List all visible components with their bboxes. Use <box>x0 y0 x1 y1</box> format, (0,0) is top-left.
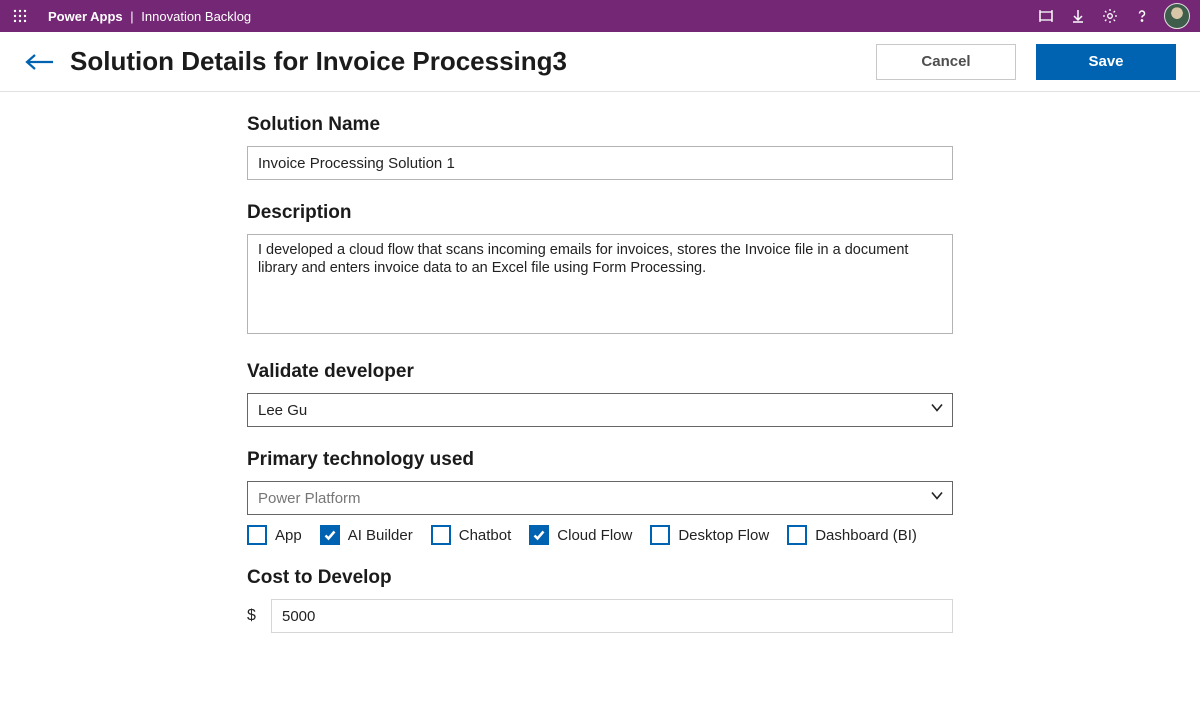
app-title: Power Apps | Innovation Backlog <box>48 9 251 24</box>
fit-icon[interactable] <box>1030 0 1062 32</box>
input-solution-name[interactable] <box>247 146 953 180</box>
select-primary-tech[interactable] <box>247 481 953 515</box>
label-primary-tech: Primary technology used <box>247 449 953 471</box>
input-cost[interactable] <box>271 599 953 633</box>
checkbox-ai-builder-label: AI Builder <box>348 527 413 544</box>
checkbox-chatbot[interactable]: Chatbot <box>431 525 512 545</box>
checkbox-cloud-flow-label: Cloud Flow <box>557 527 632 544</box>
checkbox-dashboard-bi-label: Dashboard (BI) <box>815 527 917 544</box>
app-title-separator: | <box>130 9 133 24</box>
checkbox-ai-builder[interactable]: AI Builder <box>320 525 413 545</box>
checkbox-app[interactable]: App <box>247 525 302 545</box>
field-cost: Cost to Develop $ <box>247 567 953 633</box>
back-arrow-icon[interactable] <box>18 40 62 84</box>
label-cost: Cost to Develop <box>247 567 953 589</box>
user-avatar[interactable] <box>1164 3 1190 29</box>
field-primary-tech: Primary technology used App AI Builder <box>247 449 953 545</box>
settings-icon[interactable] <box>1094 0 1126 32</box>
page-title: Solution Details for Invoice Processing3 <box>70 46 567 77</box>
field-validate-developer: Validate developer <box>247 361 953 427</box>
checkbox-app-label: App <box>275 527 302 544</box>
label-description: Description <box>247 202 953 224</box>
checkbox-cloud-flow[interactable]: Cloud Flow <box>529 525 632 545</box>
checkbox-desktop-flow[interactable]: Desktop Flow <box>650 525 769 545</box>
select-validate-developer[interactable] <box>247 393 953 427</box>
checkbox-desktop-flow-label: Desktop Flow <box>678 527 769 544</box>
save-button[interactable]: Save <box>1036 44 1176 80</box>
app-subtitle: Innovation Backlog <box>141 9 251 24</box>
field-description: Description <box>247 202 953 339</box>
label-validate-developer: Validate developer <box>247 361 953 383</box>
app-name: Power Apps <box>48 9 123 24</box>
app-launcher-icon[interactable] <box>10 6 30 26</box>
input-description[interactable] <box>247 234 953 334</box>
field-solution-name: Solution Name <box>247 114 953 180</box>
cancel-button[interactable]: Cancel <box>876 44 1016 80</box>
page-header: Solution Details for Invoice Processing3… <box>0 32 1200 92</box>
help-icon[interactable] <box>1126 0 1158 32</box>
tech-checkbox-row: App AI Builder Chatbot Cloud Flow Deskto… <box>247 525 953 545</box>
checkbox-dashboard-bi[interactable]: Dashboard (BI) <box>787 525 917 545</box>
form-area: Solution Name Description Validate devel… <box>0 92 1200 655</box>
download-icon[interactable] <box>1062 0 1094 32</box>
currency-symbol: $ <box>247 607 261 625</box>
checkbox-chatbot-label: Chatbot <box>459 527 512 544</box>
topbar: Power Apps | Innovation Backlog <box>0 0 1200 32</box>
label-solution-name: Solution Name <box>247 114 953 136</box>
